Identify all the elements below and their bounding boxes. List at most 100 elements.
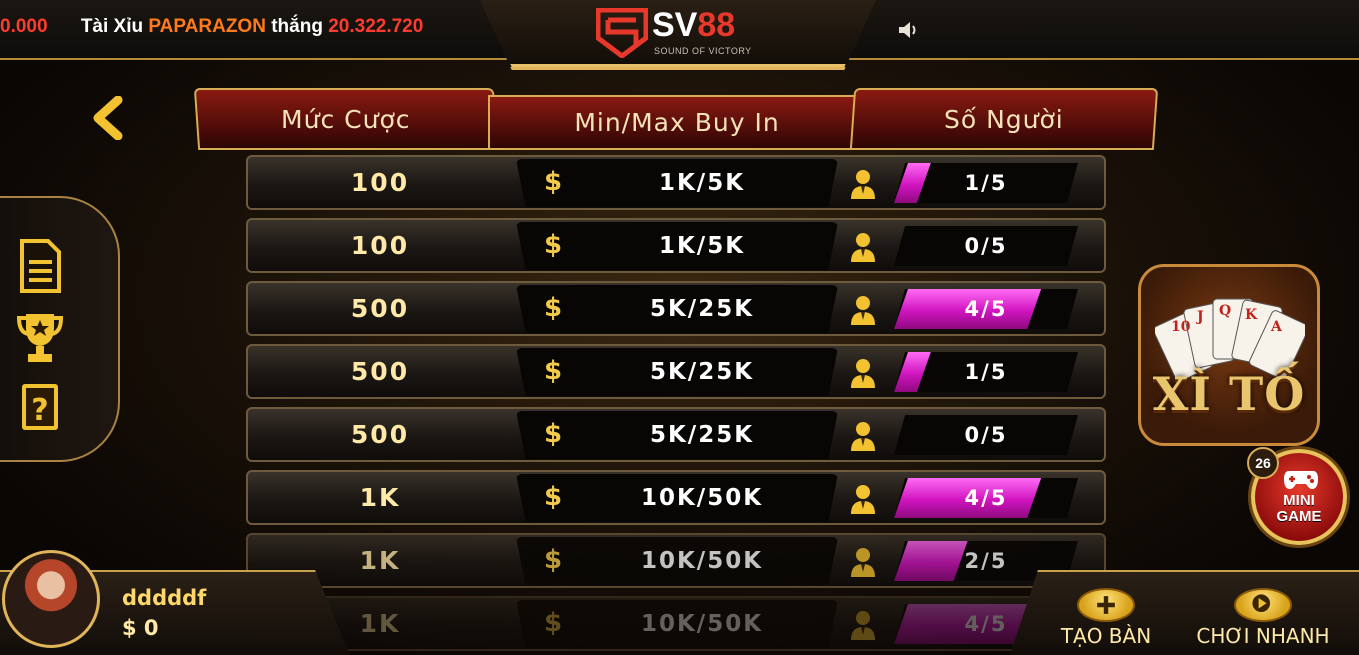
room-occupancy-bar: 4/5 [894, 289, 1078, 329]
room-players: 4/5 [964, 297, 1008, 321]
room-players: 4/5 [964, 486, 1008, 510]
room-row[interactable]: 500 $ 5K/25K 0/5 [246, 407, 1106, 462]
person-icon [851, 359, 875, 388]
room-buyin: 10K/50K [640, 485, 764, 511]
brand-logo[interactable]: SV88 SOUND OF VICTORY [596, 6, 766, 60]
header-players[interactable]: Số Người [849, 88, 1159, 150]
room-buyin-box: $ 10K/50K [516, 537, 838, 585]
header-buyin-label: Min/Max Buy In [574, 108, 780, 137]
header-bet-label: Mức Cược [281, 104, 411, 134]
dollar-icon: $ [544, 230, 563, 260]
create-table-label: TẠO BÀN [1060, 624, 1152, 648]
room-row[interactable]: 1K $ 10K/50K 4/5 [246, 470, 1106, 525]
minigame-label-line2: GAME [1276, 508, 1322, 525]
back-arrow-icon[interactable] [90, 96, 126, 140]
brand-tagline: SOUND OF VICTORY [654, 46, 752, 56]
dollar-icon: $ [544, 482, 563, 512]
brand-name-sv: SV [652, 6, 698, 44]
room-row[interactable]: 500 $ 5K/25K 4/5 [246, 281, 1106, 336]
room-bet: 100 [350, 231, 410, 260]
brand-name: SV88 [652, 6, 735, 45]
quick-play-button[interactable]: CHƠI NHANH [1192, 588, 1334, 654]
room-bet: 500 [350, 357, 410, 386]
room-buyin: 5K/25K [649, 359, 755, 385]
minigame-label-line1: MINI [1283, 492, 1315, 509]
room-buyin-box: $ 1K/5K [516, 222, 838, 270]
room-buyin: 10K/50K [640, 611, 764, 637]
minigame-badge: 26 [1247, 447, 1279, 479]
svg-text:10: 10 [1171, 319, 1191, 335]
room-list: 100 $ 1K/5K 1/5 100 $ 1K/5K 0/5 500 $ 5K… [246, 155, 1106, 655]
trophy-icon[interactable] [16, 310, 64, 366]
room-players: 1/5 [964, 360, 1008, 384]
person-icon [851, 296, 875, 325]
help-icon[interactable]: ? [16, 380, 64, 436]
room-buyin: 5K/25K [649, 296, 755, 322]
svg-text:?: ? [31, 393, 48, 428]
room-row[interactable]: 100 $ 1K/5K 1/5 [246, 155, 1106, 210]
person-icon [851, 611, 875, 640]
minigame-label: MINI GAME [1255, 493, 1343, 525]
dollar-icon: $ [544, 608, 563, 638]
room-occupancy-bar: 4/5 [894, 478, 1078, 518]
svg-text:A: A [1270, 319, 1283, 335]
win-ticker: 0.000 Tài Xỉu PAPARAZON thắng 20.322.720 [0, 16, 423, 42]
dollar-icon: $ [544, 419, 563, 449]
svg-text:J: J [1195, 309, 1204, 325]
room-bet: 500 [350, 294, 410, 323]
ticker-amount-prefix: 0.000 [0, 16, 48, 37]
room-players: 1/5 [964, 171, 1008, 195]
sv88-shield-icon [596, 8, 648, 58]
room-occupancy-bar: 1/5 [894, 163, 1078, 203]
user-name: dddddf [122, 586, 207, 610]
game-card-xito[interactable]: 10 J Q KA XÌ TỐ [1138, 264, 1320, 446]
person-icon [851, 233, 875, 262]
create-table-button[interactable]: TẠO BÀN [1058, 588, 1154, 654]
minigame-button[interactable]: MINI GAME 26 [1247, 447, 1347, 545]
ticker-win-amount: 20.322.720 [328, 16, 424, 37]
room-bet: 100 [350, 168, 410, 197]
room-buyin-box: $ 5K/25K [516, 411, 838, 459]
game-card-title: XÌ TỐ [1152, 367, 1306, 421]
room-buyin: 5K/25K [649, 422, 755, 448]
room-buyin-box: $ 1K/5K [516, 159, 838, 207]
svg-text:Q: Q [1219, 303, 1231, 319]
user-avatar[interactable] [2, 550, 100, 648]
header-bet[interactable]: Mức Cược [193, 88, 499, 150]
svg-text:K: K [1245, 307, 1258, 323]
person-icon [851, 485, 875, 514]
room-buyin: 1K/5K [658, 233, 746, 259]
document-icon[interactable] [16, 238, 64, 294]
plus-icon [1077, 588, 1135, 622]
side-menu: ? [0, 196, 120, 462]
room-players: 0/5 [964, 234, 1008, 258]
room-row[interactable]: 1K $ 10K/50K 4/5 [246, 596, 1106, 651]
header-buyin[interactable]: Min/Max Buy In [488, 95, 866, 150]
speaker-icon[interactable] [897, 20, 919, 40]
play-icon [1234, 588, 1292, 622]
gamepad-icon [1284, 471, 1318, 489]
room-row[interactable]: 1K $ 10K/50K 2/5 [246, 533, 1106, 588]
room-players: 0/5 [964, 423, 1008, 447]
room-bet: 500 [350, 420, 410, 449]
room-bet: 1K [359, 483, 401, 512]
ticker-game: Tài Xỉu [80, 16, 144, 37]
room-occupancy-bar: 1/5 [894, 352, 1078, 392]
person-icon [851, 422, 875, 451]
room-row[interactable]: 500 $ 5K/25K 1/5 [246, 344, 1106, 399]
dollar-icon: $ [544, 167, 563, 197]
room-buyin-box: $ 5K/25K [516, 348, 838, 396]
header-players-label: Số Người [944, 104, 1064, 134]
brand-name-88: 88 [697, 6, 736, 44]
room-occupancy-bar: 0/5 [894, 226, 1078, 266]
room-row[interactable]: 100 $ 1K/5K 0/5 [246, 218, 1106, 273]
user-balance: $ 0 [122, 616, 159, 640]
room-buyin-box: $ 10K/50K [516, 474, 838, 522]
room-buyin-box: $ 5K/25K [516, 285, 838, 333]
room-occupancy-bar: 0/5 [894, 415, 1078, 455]
person-icon [851, 548, 875, 577]
dollar-icon: $ [544, 545, 563, 575]
room-buyin: 1K/5K [658, 170, 746, 196]
quick-play-label: CHƠI NHANH [1196, 624, 1330, 648]
room-buyin: 10K/50K [640, 548, 764, 574]
